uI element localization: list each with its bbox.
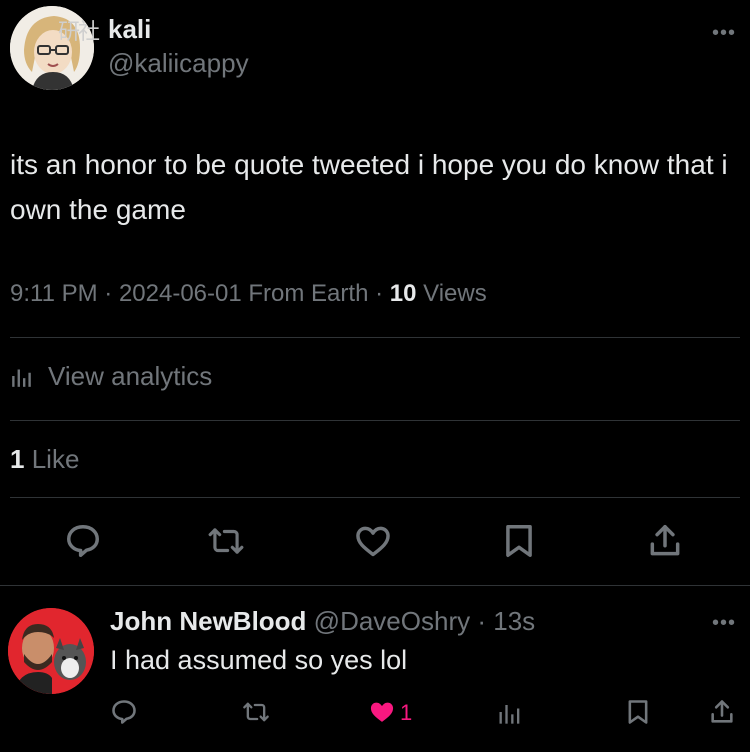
watermark-text: 研社 [58, 19, 100, 44]
more-options-icon[interactable]: ••• [712, 22, 736, 45]
reply-author-handle[interactable]: @DaveOshry [314, 606, 470, 636]
tweet-date[interactable]: 2024-06-01 [119, 280, 242, 307]
author-name[interactable]: kali [108, 14, 151, 45]
like-icon[interactable] [354, 522, 392, 560]
reply-icon[interactable] [64, 522, 102, 560]
view-analytics-link[interactable]: View analytics [10, 360, 212, 392]
reply-reply-icon[interactable] [110, 698, 138, 726]
reply-like-count: 1 [400, 700, 413, 725]
divider [0, 585, 750, 586]
views-label: Views [423, 280, 487, 307]
tweet-detail-page: 研社 kali @kaliicappy ••• its an honor to … [0, 0, 750, 752]
analytics-label: View analytics [48, 360, 213, 391]
likes-summary[interactable]: 1 Like [10, 444, 79, 475]
meta-separator: · [375, 280, 390, 307]
tweet-text: its an honor to be quote tweeted i hope … [10, 149, 728, 225]
meta-separator: · [477, 606, 487, 636]
retweet-icon[interactable] [207, 522, 245, 560]
reply-age[interactable]: 13s [493, 606, 535, 636]
divider [10, 337, 740, 338]
reply-retweet-icon[interactable] [242, 698, 270, 726]
reply-text: I had assumed so yes lol [110, 645, 408, 675]
reply-like-icon[interactable] [368, 698, 396, 726]
reply-share-icon[interactable] [708, 698, 736, 726]
reply-bookmark-icon[interactable] [624, 698, 652, 726]
reply-more-options-icon[interactable]: ••• [712, 612, 736, 635]
tweet-meta: 9:11 PM · 2024-06-01 From Earth · 10 Vie… [10, 280, 487, 308]
reply-author-name[interactable]: John NewBlood [110, 606, 306, 636]
likes-label: Like [31, 444, 80, 474]
views-count: 10 [389, 280, 417, 307]
share-icon[interactable] [646, 522, 684, 560]
reply-analytics-icon[interactable] [496, 698, 524, 726]
divider [10, 420, 740, 421]
analytics-icon [12, 369, 31, 387]
reply-header: John NewBlood @DaveOshry · 13s [110, 606, 535, 637]
tweet-time[interactable]: 9:11 PM [10, 280, 98, 307]
reply-author-avatar[interactable] [8, 608, 94, 694]
author-handle[interactable]: @kaliicappy [108, 48, 249, 79]
tweet-source: From Earth [248, 280, 369, 307]
likes-count: 1 [10, 444, 25, 474]
bookmark-icon[interactable] [500, 522, 538, 560]
meta-separator: · [104, 280, 119, 307]
divider [10, 497, 740, 498]
